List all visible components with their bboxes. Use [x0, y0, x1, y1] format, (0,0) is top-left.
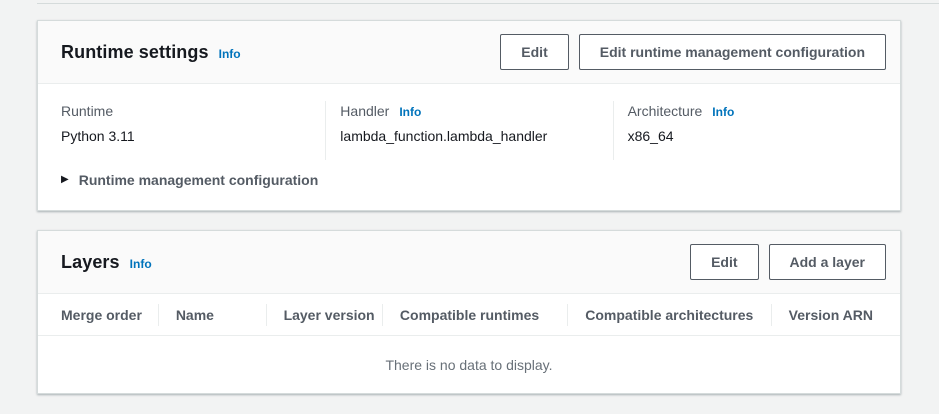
layers-info-link[interactable]: Info	[130, 257, 152, 271]
handler-info-link[interactable]: Info	[399, 105, 421, 119]
architecture-value: x86_64	[628, 128, 886, 144]
section-divider	[37, 3, 939, 4]
runtime-management-configuration-expander[interactable]: ▶ Runtime management configuration	[38, 160, 900, 210]
runtime-field: Runtime Python 3.11	[38, 101, 325, 160]
runtime-management-configuration-expander-label: Runtime management configuration	[79, 172, 319, 188]
layers-title: Layers	[61, 252, 120, 273]
runtime-value: Python 3.11	[61, 128, 311, 144]
lambda-function-config-page: Runtime settings Info Edit Edit runtime …	[37, 20, 901, 394]
runtime-settings-fields: Runtime Python 3.11 Handler Info lambda_…	[38, 84, 900, 160]
runtime-settings-header: Runtime settings Info Edit Edit runtime …	[38, 21, 900, 84]
runtime-settings-title-wrap: Runtime settings Info	[61, 42, 241, 63]
architecture-label: Architecture	[628, 103, 703, 119]
runtime-label: Runtime	[61, 103, 113, 119]
layers-header: Layers Info Edit Add a layer	[38, 231, 900, 294]
runtime-settings-card: Runtime settings Info Edit Edit runtime …	[37, 20, 901, 211]
handler-label: Handler	[340, 103, 389, 119]
column-header-merge-order: Merge order	[38, 294, 158, 335]
runtime-settings-actions: Edit Edit runtime management configurati…	[500, 34, 886, 70]
column-header-compatible-architectures: Compatible architectures	[567, 294, 770, 335]
edit-runtime-management-configuration-button[interactable]: Edit runtime management configuration	[579, 34, 886, 70]
layers-table-header-row: Merge order Name Layer version Compatibl…	[38, 294, 900, 336]
handler-field: Handler Info lambda_function.lambda_hand…	[325, 101, 612, 160]
edit-runtime-settings-button[interactable]: Edit	[500, 34, 568, 70]
layers-table-empty-state: There is no data to display.	[38, 336, 900, 393]
column-header-layer-version: Layer version	[266, 294, 382, 335]
add-a-layer-button[interactable]: Add a layer	[769, 244, 886, 280]
column-header-compatible-runtimes: Compatible runtimes	[382, 294, 567, 335]
column-header-name: Name	[158, 294, 266, 335]
column-header-version-arn: Version ARN	[771, 294, 900, 335]
layers-card: Layers Info Edit Add a layer Merge order…	[37, 230, 901, 394]
runtime-settings-title: Runtime settings	[61, 42, 209, 63]
layers-actions: Edit Add a layer	[690, 244, 886, 280]
triangle-right-icon: ▶	[61, 175, 69, 185]
layers-title-wrap: Layers Info	[61, 252, 152, 273]
handler-value: lambda_function.lambda_handler	[340, 128, 598, 144]
runtime-settings-info-link[interactable]: Info	[219, 47, 241, 61]
architecture-field: Architecture Info x86_64	[613, 101, 900, 160]
edit-layers-button[interactable]: Edit	[690, 244, 758, 280]
architecture-info-link[interactable]: Info	[712, 105, 734, 119]
